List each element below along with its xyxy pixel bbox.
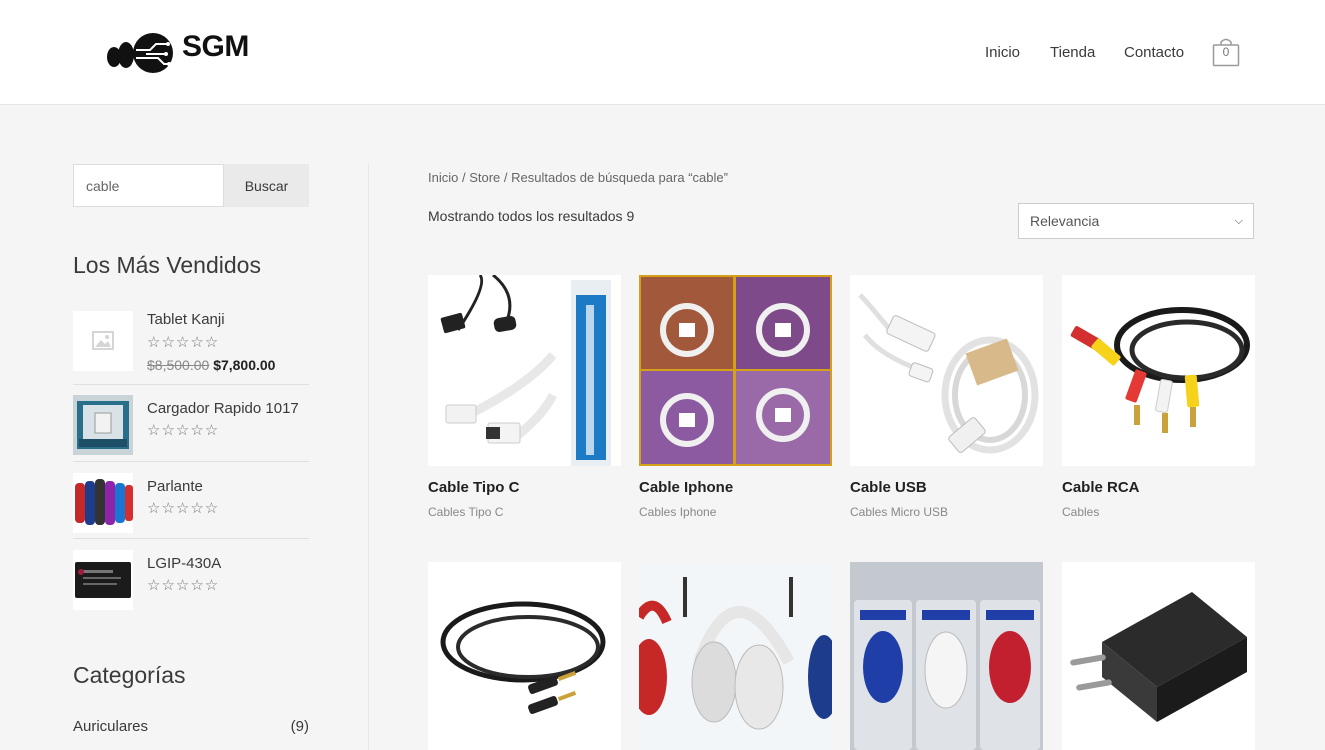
placeholder-image-icon[interactable] bbox=[73, 311, 133, 371]
breadcrumb: Inicio / Store / Resultados de búsqueda … bbox=[428, 170, 728, 185]
product-image-headphones[interactable] bbox=[639, 562, 832, 750]
battery-product-image[interactable] bbox=[73, 550, 133, 610]
brand-name: SGM bbox=[182, 30, 249, 63]
nav-inicio[interactable]: Inicio bbox=[985, 44, 1020, 61]
bestseller-name[interactable]: Parlante bbox=[147, 478, 203, 495]
star-rating: ☆☆☆☆☆ bbox=[147, 422, 220, 439]
site-header: SGM Inicio Tienda Contacto 0 bbox=[0, 0, 1325, 105]
sidebar-divider bbox=[368, 164, 369, 750]
site-logo[interactable]: SGM bbox=[106, 30, 266, 76]
categories-title: Categorías bbox=[73, 662, 186, 688]
divider bbox=[73, 461, 309, 462]
product-card[interactable]: Cable RCA Cables bbox=[1062, 275, 1255, 525]
cart-button[interactable]: 0 bbox=[1212, 37, 1240, 67]
product-title[interactable]: Cable USB bbox=[850, 479, 927, 496]
bestsellers-title: Los Más Vendidos bbox=[73, 252, 261, 278]
category-item[interactable]: Auriculares (9) bbox=[73, 718, 309, 735]
product-card[interactable] bbox=[850, 562, 1043, 750]
product-image-cable-tipo-c[interactable] bbox=[428, 275, 621, 466]
bestseller-item[interactable]: Tablet Kanji ☆☆☆☆☆ $8,500.00 $7,800.00 bbox=[73, 311, 309, 386]
nav-tienda[interactable]: Tienda bbox=[1050, 44, 1095, 61]
sale-price: $7,800.00 bbox=[213, 357, 276, 373]
category-count: (9) bbox=[290, 718, 309, 735]
cart-count: 0 bbox=[1222, 45, 1230, 59]
product-card[interactable] bbox=[639, 562, 832, 750]
product-title[interactable]: Cable Iphone bbox=[639, 479, 733, 496]
bestseller-item[interactable]: Parlante ☆☆☆☆☆ bbox=[73, 473, 309, 533]
charger-product-image[interactable] bbox=[73, 395, 133, 455]
product-card[interactable]: Cable Tipo C Cables Tipo C bbox=[428, 275, 621, 525]
product-category[interactable]: Cables Iphone bbox=[639, 505, 716, 519]
star-rating: ☆☆☆☆☆ bbox=[147, 577, 220, 594]
product-category[interactable]: Cables Micro USB bbox=[850, 505, 948, 519]
product-card[interactable]: Cable USB Cables Micro USB bbox=[850, 275, 1043, 525]
bestseller-name[interactable]: Tablet Kanji bbox=[147, 311, 225, 328]
product-image-cable-usb[interactable] bbox=[850, 275, 1043, 466]
divider bbox=[73, 538, 309, 539]
breadcrumb-current: / Resultados de búsqueda para “cable” bbox=[500, 170, 728, 185]
product-image-mouse[interactable] bbox=[850, 562, 1043, 750]
divider bbox=[73, 384, 309, 385]
product-card[interactable]: Cable Iphone Cables Iphone bbox=[639, 275, 832, 525]
product-image-charger[interactable] bbox=[1062, 562, 1255, 750]
sort-selected: Relevancia bbox=[1030, 213, 1100, 229]
product-image-cable-rca[interactable] bbox=[1062, 275, 1255, 466]
nav-contacto[interactable]: Contacto bbox=[1124, 44, 1184, 61]
bestseller-name[interactable]: Cargador Rapido 1017 bbox=[147, 400, 299, 417]
product-title[interactable]: Cable RCA bbox=[1062, 479, 1140, 496]
breadcrumb-store[interactable]: Store bbox=[469, 170, 500, 185]
bestseller-item[interactable]: Cargador Rapido 1017 ☆☆☆☆☆ bbox=[73, 395, 309, 455]
price: $8,500.00 $7,800.00 bbox=[147, 357, 275, 373]
product-category[interactable]: Cables Tipo C bbox=[428, 505, 503, 519]
product-image-audio-cable[interactable] bbox=[428, 562, 621, 750]
bestseller-name[interactable]: LGIP-430A bbox=[147, 555, 221, 572]
breadcrumb-separator: / bbox=[458, 170, 470, 185]
star-rating: ☆☆☆☆☆ bbox=[147, 334, 220, 351]
product-card[interactable] bbox=[1062, 562, 1255, 750]
chevron-down-icon: ⌵ bbox=[1234, 215, 1243, 227]
product-title[interactable]: Cable Tipo C bbox=[428, 479, 519, 496]
product-card[interactable] bbox=[428, 562, 621, 750]
result-count: Mostrando todos los resultados 9 bbox=[428, 208, 635, 224]
bestseller-item[interactable]: LGIP-430A ☆☆☆☆☆ bbox=[73, 550, 309, 610]
product-category[interactable]: Cables bbox=[1062, 505, 1099, 519]
sort-select[interactable]: Relevancia ⌵ bbox=[1018, 203, 1254, 239]
category-name[interactable]: Auriculares bbox=[73, 718, 148, 735]
search-input[interactable] bbox=[73, 164, 224, 207]
breadcrumb-home[interactable]: Inicio bbox=[428, 170, 458, 185]
old-price: $8,500.00 bbox=[147, 357, 210, 373]
speaker-product-image[interactable] bbox=[73, 473, 133, 533]
logo-mark-icon bbox=[107, 33, 173, 73]
product-image-cable-iphone[interactable] bbox=[639, 275, 832, 466]
star-rating: ☆☆☆☆☆ bbox=[147, 500, 220, 517]
search-button[interactable]: Buscar bbox=[224, 164, 309, 207]
